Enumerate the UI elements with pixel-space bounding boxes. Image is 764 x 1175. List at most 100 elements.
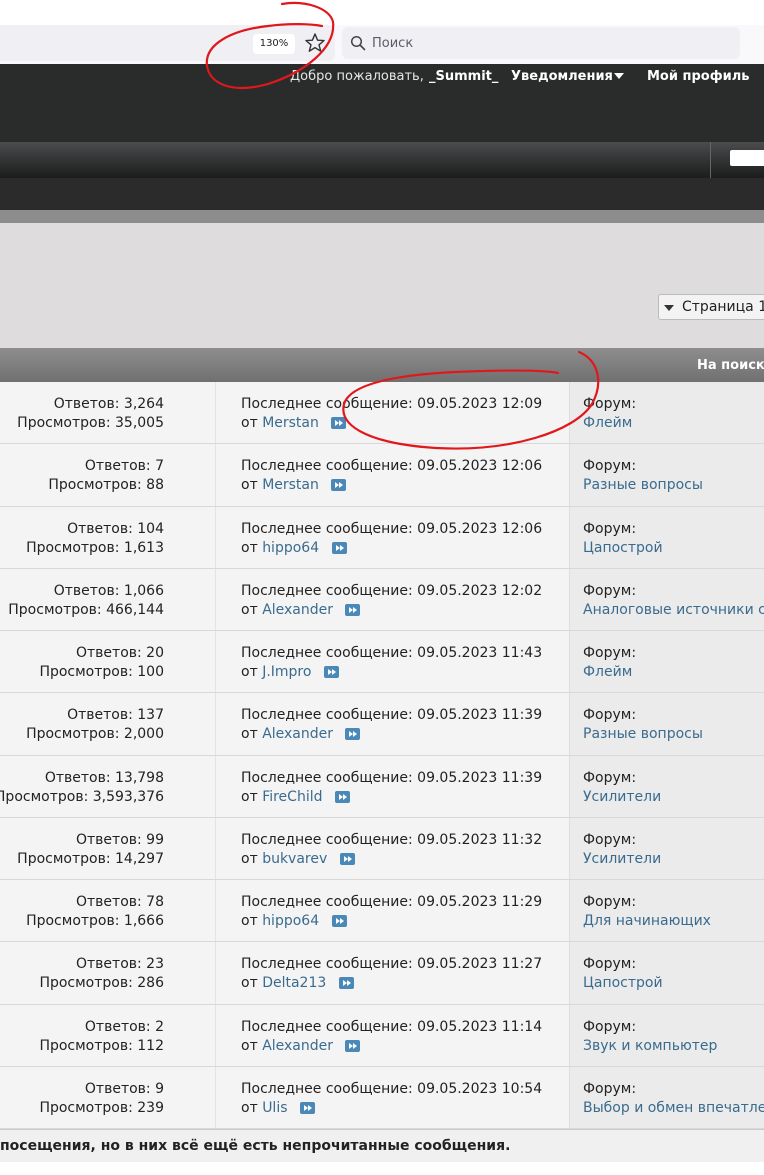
by-label: от: [241, 1099, 258, 1116]
go-to-last-post-icon[interactable]: [323, 666, 339, 678]
author-link[interactable]: hippo64: [262, 540, 319, 556]
author-link[interactable]: Merstan: [262, 477, 319, 493]
last-post-author-line: от Alexander: [241, 1037, 361, 1055]
author-link[interactable]: FireChild: [262, 789, 322, 805]
author-link[interactable]: Alexander: [262, 1038, 333, 1054]
stats-cell: Ответов: 1,066 Просмотров: 466,144: [0, 568, 215, 630]
table-row: Ответов: 7 Просмотров: 88 Последнее сооб…: [0, 444, 764, 507]
search-placeholder: Поиск: [372, 36, 414, 51]
last-post-author-line: от Alexander: [241, 601, 361, 619]
tab-strip: [0, 0, 764, 25]
go-to-last-post-icon[interactable]: [331, 541, 347, 554]
last-post-author-line: от Merstan: [241, 414, 347, 432]
forum-label: Форум:: [583, 582, 637, 599]
forum-link[interactable]: Флейм: [583, 663, 632, 681]
caret-down-icon[interactable]: [664, 305, 674, 311]
forum-link[interactable]: Цапострой: [583, 974, 663, 992]
forum-link[interactable]: Усилители: [583, 850, 661, 868]
views-count: Просмотров: 1,666: [26, 913, 164, 929]
forum-link[interactable]: Усилители: [583, 788, 661, 806]
stats-cell: Ответов: 78 Просмотров: 1,666: [0, 880, 215, 942]
table-row: Ответов: 137 Просмотров: 2,000 Последнее…: [0, 693, 764, 756]
author-link[interactable]: hippo64: [262, 913, 319, 929]
by-label: от: [241, 788, 258, 805]
page-label[interactable]: Страница 1: [682, 299, 764, 316]
by-label: от: [241, 726, 258, 743]
views-count: Просмотров: 2,000: [26, 726, 164, 743]
forum-link[interactable]: Звук и компьютер: [583, 1037, 717, 1055]
last-post-date: Последнее сообщение: 09.05.2023 11:32: [241, 831, 543, 848]
back-to-search-link[interactable]: На поиск: [697, 357, 764, 374]
stats-cell: Ответов: 137 Просмотров: 2,000: [0, 693, 215, 755]
author-link[interactable]: Merstan: [262, 415, 319, 431]
author-link[interactable]: Delta213: [262, 975, 326, 991]
table-row: Ответов: 13,798 Просмотров: 3,593,376 По…: [0, 755, 764, 818]
author-link[interactable]: J.Impro: [262, 664, 311, 680]
forum-link[interactable]: Флейм: [583, 414, 632, 432]
forum-label: Форум:: [583, 645, 637, 661]
go-to-last-post-icon[interactable]: [331, 417, 347, 429]
divider-strip: [0, 210, 764, 223]
go-to-last-post-icon[interactable]: [339, 852, 355, 865]
go-to-last-post-icon[interactable]: [331, 915, 347, 927]
forum-link[interactable]: Аналоговые источники си: [583, 601, 764, 619]
views-count: Просмотров: 35,005: [17, 415, 164, 431]
views-count: Просмотров: 239: [39, 1099, 164, 1116]
last-post-author-line: от Ulis: [241, 1099, 315, 1117]
forum-link[interactable]: Для начинающих: [583, 912, 711, 930]
table-row: Ответов: 3,264 Просмотров: 35,005 Послед…: [0, 382, 764, 445]
replies-count: Ответов: 20: [76, 645, 164, 661]
go-to-last-post-icon[interactable]: [331, 479, 347, 492]
views-count: Просмотров: 112: [39, 1037, 164, 1054]
forum-link[interactable]: Разные вопросы: [583, 725, 703, 743]
views-count: Просмотров: 100: [39, 664, 164, 680]
sub-navbar: [0, 178, 764, 210]
go-to-last-post-icon[interactable]: [338, 977, 354, 990]
table-row: Ответов: 104 Просмотров: 1,613 Последнее…: [0, 506, 764, 569]
forum-label: Форум:: [583, 1080, 637, 1097]
stats-cell: Ответов: 20 Просмотров: 100: [0, 631, 215, 693]
author-link[interactable]: Alexander: [262, 726, 333, 742]
author-link[interactable]: Ulis: [262, 1100, 287, 1116]
go-to-last-post-icon[interactable]: [345, 728, 361, 741]
star-icon[interactable]: [304, 31, 326, 55]
forum-link[interactable]: Разные вопросы: [583, 476, 703, 494]
last-post-date: Последнее сообщение: 09.05.2023 12:06: [241, 458, 543, 475]
by-label: от: [241, 477, 258, 494]
forum-label: Форум:: [583, 831, 637, 848]
username-link[interactable]: _Summit_: [429, 68, 498, 85]
legend-text: посещения, но в них всё ещё есть непрочи…: [0, 1138, 511, 1154]
views-count: Просмотров: 88: [48, 477, 164, 494]
stats-cell: Ответов: 13,798 Просмотров: 3,593,376: [0, 755, 215, 817]
navbar-search-input[interactable]: [730, 150, 764, 166]
last-post-author-line: от bukvarev: [241, 850, 355, 868]
last-post-date: Последнее сообщение: 09.05.2023 12:09: [241, 396, 543, 412]
author-link[interactable]: Alexander: [262, 602, 333, 618]
last-post-author-line: от Delta213: [241, 974, 354, 992]
chevron-down-icon[interactable]: [614, 73, 624, 79]
views-count: Просмотров: 1,613: [26, 539, 164, 556]
author-link[interactable]: bukvarev: [262, 851, 327, 867]
last-post-date: Последнее сообщение: 09.05.2023 11:39: [241, 769, 543, 786]
go-to-last-post-icon[interactable]: [299, 1101, 315, 1114]
go-to-last-post-icon[interactable]: [345, 603, 361, 616]
zoom-level-badge[interactable]: 130%: [253, 34, 295, 54]
notifications-menu[interactable]: Уведомления: [511, 68, 613, 85]
by-label: от: [241, 850, 258, 867]
forum-link[interactable]: Выбор и обмен впечатле: [583, 1099, 764, 1117]
go-to-last-post-icon[interactable]: [345, 1039, 361, 1052]
stats-cell: Ответов: 2 Просмотров: 112: [0, 1004, 215, 1066]
forum-label: Форум:: [583, 1018, 637, 1035]
forum-link[interactable]: Цапострой: [583, 539, 663, 557]
views-count: Просмотров: 466,144: [8, 601, 164, 618]
last-post-date: Последнее сообщение: 09.05.2023 12:02: [241, 582, 543, 599]
go-to-last-post-icon[interactable]: [334, 790, 350, 803]
by-label: от: [241, 1037, 258, 1054]
last-post-author-line: от FireChild: [241, 788, 350, 806]
table-row: Ответов: 1,066 Просмотров: 466,144 После…: [0, 568, 764, 631]
stats-cell: Ответов: 23 Просмотров: 286: [0, 942, 215, 1004]
last-post-author-line: от Alexander: [241, 725, 361, 743]
my-profile-link[interactable]: Мой профиль: [647, 68, 749, 85]
forum-label: Форум:: [583, 956, 637, 973]
forum-label: Форум:: [583, 707, 637, 724]
